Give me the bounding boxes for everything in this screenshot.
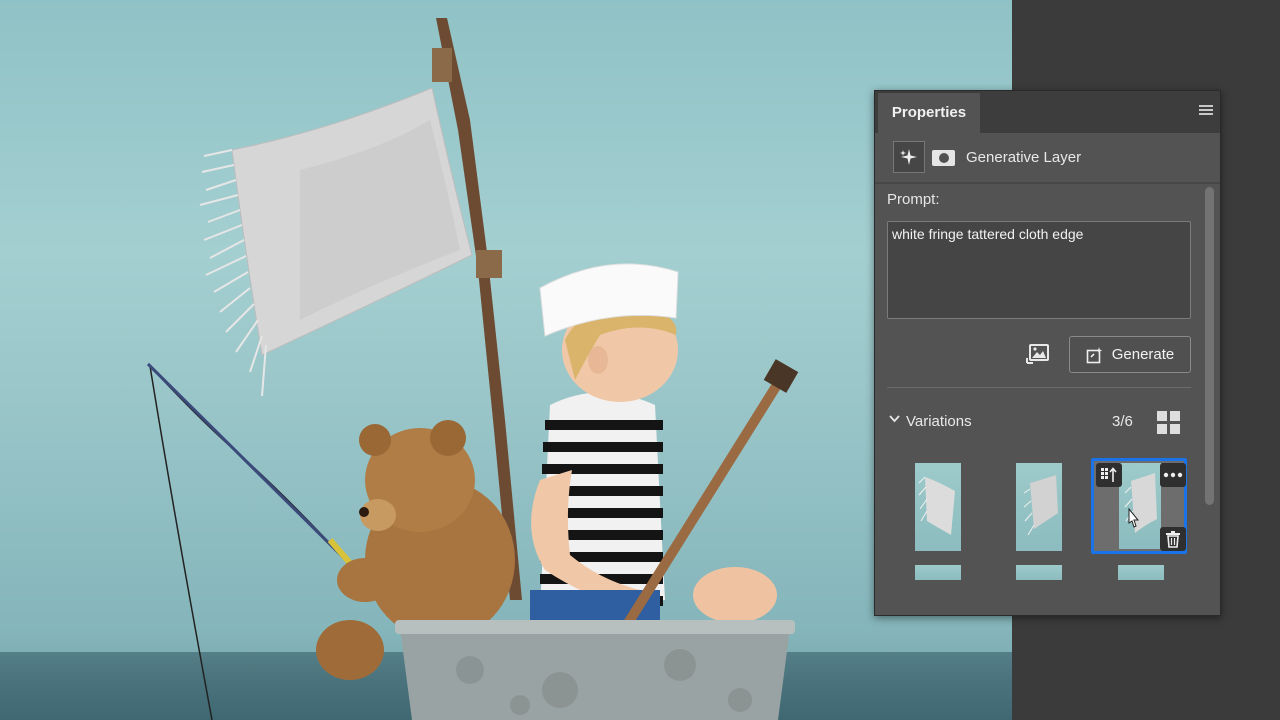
tab-properties[interactable]: Properties [878,93,980,133]
divider [887,387,1191,388]
variation-thumbnail-5[interactable] [1016,565,1062,580]
tub-rim [395,620,795,634]
boy-leg [693,567,777,623]
oar-handle [763,359,799,393]
prompt-input[interactable]: white fringe tattered cloth edge [887,221,1191,319]
generative-sparkle-icon[interactable] [893,141,925,173]
new-layer-from-variation-icon[interactable] [1096,463,1122,487]
generate-button[interactable]: Generate [1069,336,1191,373]
divider [875,182,1220,184]
layer-info-row: Generative Layer [875,133,1220,181]
grid-view-icon[interactable] [1157,411,1180,434]
generate-sparkle-icon [1086,346,1103,363]
variation-thumbnail-2[interactable] [1016,463,1062,551]
boy-ear [588,346,608,374]
prompt-label: Prompt: [887,191,940,208]
trash-icon[interactable] [1160,527,1186,551]
chevron-down-icon[interactable] [888,412,901,425]
teddy-ear-left [359,424,391,456]
teddy-ear-right [430,420,466,456]
layer-mask-icon[interactable] [932,150,955,166]
properties-panel: Properties Generative Layer Prompt: whit… [874,90,1221,616]
generate-label: Generate [1111,346,1175,363]
layer-name: Generative Layer [966,149,1082,166]
teddy-leg [316,620,384,680]
reference-image-icon[interactable] [1025,341,1051,367]
teddy-arm [337,558,393,602]
variations-header[interactable]: Variations 3/6 [875,406,1220,436]
variation-thumbnail-1[interactable] [915,463,961,551]
variation-thumbnail-3[interactable] [1119,463,1161,549]
mast-rope [476,250,502,278]
hamburger-menu-icon[interactable] [1199,105,1213,117]
more-options-icon[interactable] [1160,463,1186,487]
variations-count: 3/6 [1112,413,1133,430]
mast-rope-top [432,48,452,82]
variations-label: Variations [906,413,972,430]
photo-composite [146,18,799,720]
variation-thumbnail-4[interactable] [915,565,961,580]
document-canvas[interactable] [0,0,1012,720]
panel-scrollbar-thumb[interactable] [1205,187,1214,505]
variation-thumbnail-3-selected[interactable] [1091,458,1187,554]
variation-thumbnail-6[interactable] [1118,565,1164,580]
teddy-nose [359,507,369,517]
panel-header: Properties [875,91,1220,133]
